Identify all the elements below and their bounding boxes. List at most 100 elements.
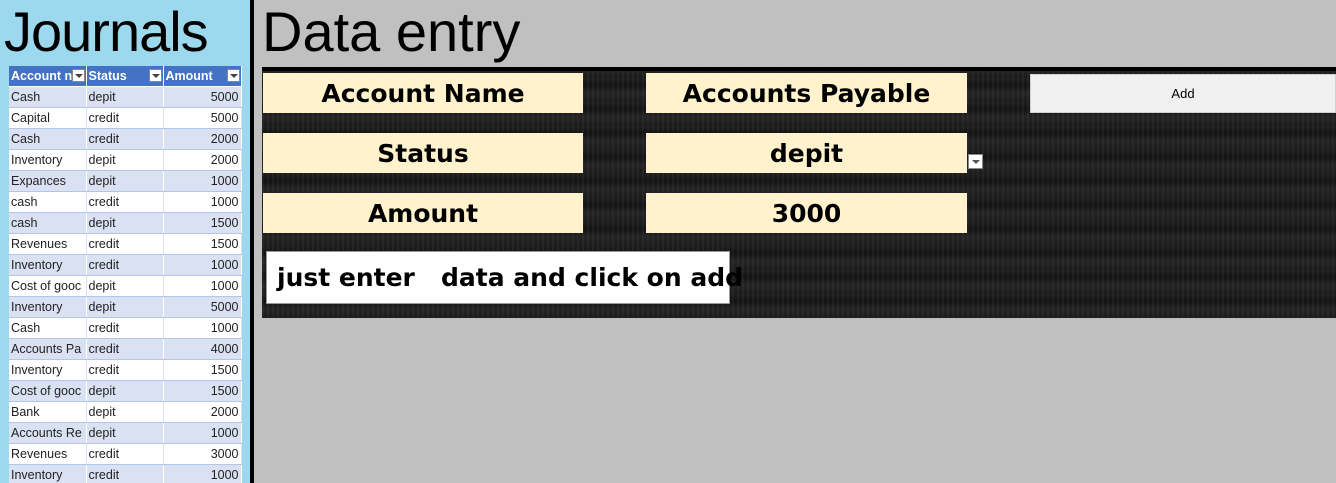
table-row: Cash credit 1000 — [9, 317, 242, 339]
cell-amount[interactable]: 2000 — [163, 128, 242, 150]
cell-status[interactable]: credit — [86, 464, 164, 483]
table-row: Revenues credit 1500 — [9, 233, 242, 255]
cell-account[interactable]: Inventory — [9, 359, 87, 381]
col-header-account[interactable]: Account n — [9, 66, 87, 87]
table-row: Inventory depit 5000 — [9, 296, 242, 318]
cell-amount[interactable]: 1000 — [163, 422, 242, 444]
cell-account[interactable]: Inventory — [9, 464, 87, 483]
cell-status[interactable]: depit — [86, 275, 164, 297]
cell-amount[interactable]: 1500 — [163, 359, 242, 381]
cell-status[interactable]: depit — [86, 401, 164, 423]
data-entry-title: Data entry — [262, 0, 521, 63]
cell-status[interactable]: depit — [86, 212, 164, 234]
amount-field[interactable]: 3000 — [646, 193, 967, 233]
cell-amount[interactable]: 1000 — [163, 170, 242, 192]
table-row: Inventory credit 1500 — [9, 359, 242, 381]
cell-status[interactable]: depit — [86, 86, 164, 108]
cell-account[interactable]: Accounts Pa — [9, 338, 87, 360]
table-row: Inventory credit 1000 — [9, 464, 242, 483]
cell-account[interactable]: Inventory — [9, 254, 87, 276]
cell-status[interactable]: credit — [86, 317, 164, 339]
cell-account[interactable]: Revenues — [9, 233, 87, 255]
cell-amount[interactable]: 5000 — [163, 296, 242, 318]
journals-title: Journals — [4, 0, 209, 63]
board-top-edge — [262, 67, 1336, 71]
cell-status[interactable]: depit — [86, 170, 164, 192]
cell-amount[interactable]: 1500 — [163, 212, 242, 234]
cell-amount[interactable]: 1000 — [163, 191, 242, 213]
col-header-status[interactable]: Status — [86, 66, 164, 87]
cell-status[interactable]: depit — [86, 149, 164, 171]
cell-amount[interactable]: 3000 — [163, 443, 242, 465]
col-header-amount[interactable]: Amount — [163, 66, 242, 87]
cell-account[interactable]: Inventory — [9, 296, 87, 318]
table-row: Expances depit 1000 — [9, 170, 242, 192]
add-button[interactable]: Add — [1030, 74, 1336, 113]
cell-status[interactable]: credit — [86, 443, 164, 465]
table-row: Cost of gooc depit 1000 — [9, 275, 242, 297]
table-row: Cash depit 5000 — [9, 86, 242, 108]
table-row: Revenues credit 3000 — [9, 443, 242, 465]
cell-account[interactable]: Capital — [9, 107, 87, 129]
filter-dropdown-icon[interactable] — [148, 69, 162, 82]
col-header-status-label: Status — [88, 69, 127, 83]
cell-amount[interactable]: 5000 — [163, 107, 242, 129]
cell-account[interactable]: Cost of gooc — [9, 380, 87, 402]
table-row: Bank depit 2000 — [9, 401, 242, 423]
cell-amount[interactable]: 2000 — [163, 401, 242, 423]
journal-table: Account n Status Amount Cash depit 5000 Cap… — [9, 66, 242, 483]
cell-account[interactable]: cash — [9, 212, 87, 234]
table-row: Cost of gooc depit 1500 — [9, 380, 242, 402]
cell-status[interactable]: credit — [86, 359, 164, 381]
table-row: Accounts Pa credit 4000 — [9, 338, 242, 360]
instruction-note: just enter data and click on add — [266, 251, 743, 304]
cell-account[interactable]: Cash — [9, 86, 87, 108]
col-header-account-label: Account n — [11, 69, 73, 83]
cell-amount[interactable]: 1000 — [163, 254, 242, 276]
cell-status[interactable]: credit — [86, 191, 164, 213]
status-field[interactable]: depit — [646, 133, 967, 173]
cell-amount[interactable]: 4000 — [163, 338, 242, 360]
cell-status[interactable]: depit — [86, 380, 164, 402]
journal-header-row: Account n Status Amount — [9, 66, 242, 87]
cell-account[interactable]: Expances — [9, 170, 87, 192]
cell-amount[interactable]: 1500 — [163, 380, 242, 402]
table-row: cash credit 1000 — [9, 191, 242, 213]
table-row: Inventory credit 1000 — [9, 254, 242, 276]
table-row: Inventory depit 2000 — [9, 149, 242, 171]
journals-panel: Journals Account n Status Amount Cash dep… — [0, 0, 250, 483]
cell-account[interactable]: Revenues — [9, 443, 87, 465]
table-row: Capital credit 5000 — [9, 107, 242, 129]
cell-status[interactable]: credit — [86, 128, 164, 150]
account-name-field[interactable]: Accounts Payable — [646, 73, 967, 113]
account-name-label: Account Name — [263, 73, 583, 113]
table-row: cash depit 1500 — [9, 212, 242, 234]
cell-status[interactable]: depit — [86, 296, 164, 318]
cell-account[interactable]: cash — [9, 191, 87, 213]
cell-status[interactable]: depit — [86, 422, 164, 444]
cell-status[interactable]: credit — [86, 107, 164, 129]
cell-amount[interactable]: 1000 — [163, 275, 242, 297]
status-dropdown-icon[interactable] — [968, 154, 983, 169]
cell-status[interactable]: credit — [86, 338, 164, 360]
cell-account[interactable]: Cash — [9, 317, 87, 339]
cell-amount[interactable]: 1000 — [163, 464, 242, 483]
panel-divider — [250, 0, 254, 483]
cell-amount[interactable]: 2000 — [163, 149, 242, 171]
filter-dropdown-icon[interactable] — [226, 69, 240, 82]
table-row: Accounts Re depit 1000 — [9, 422, 242, 444]
cell-account[interactable]: Inventory — [9, 149, 87, 171]
cell-amount[interactable]: 5000 — [163, 86, 242, 108]
cell-status[interactable]: credit — [86, 233, 164, 255]
cell-account[interactable]: Cash — [9, 128, 87, 150]
cell-amount[interactable]: 1000 — [163, 317, 242, 339]
cell-account[interactable]: Accounts Re — [9, 422, 87, 444]
cell-account[interactable]: Bank — [9, 401, 87, 423]
table-row: Cash credit 2000 — [9, 128, 242, 150]
cell-status[interactable]: credit — [86, 254, 164, 276]
filter-dropdown-icon[interactable] — [71, 69, 85, 82]
cell-amount[interactable]: 1500 — [163, 233, 242, 255]
cell-account[interactable]: Cost of gooc — [9, 275, 87, 297]
status-label: Status — [263, 133, 583, 173]
amount-label: Amount — [263, 193, 583, 233]
